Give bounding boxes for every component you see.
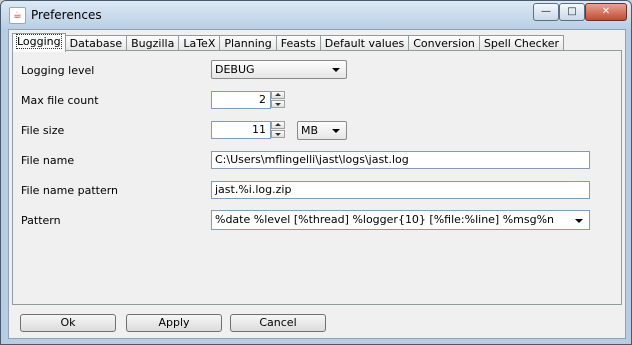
pattern-label: Pattern [21, 214, 61, 227]
file-size-input[interactable]: 11 [211, 121, 271, 139]
max-file-count-input[interactable]: 2 [211, 91, 271, 109]
minimize-button[interactable]: — [533, 3, 559, 21]
title-bar[interactable]: ☕ Preferences — □ ✕ [1, 1, 631, 29]
arrow-up-icon [275, 123, 281, 126]
max-file-count-label: Max file count [21, 94, 99, 107]
window-title: Preferences [31, 8, 102, 22]
decrement-button[interactable] [271, 100, 285, 108]
cancel-button[interactable]: Cancel [230, 314, 326, 332]
tab-logging[interactable]: Logging [12, 33, 66, 52]
close-button[interactable]: ✕ [585, 3, 627, 21]
maximize-button[interactable]: □ [559, 3, 585, 21]
file-name-pattern-label: File name pattern [21, 184, 119, 197]
file-name-pattern-field[interactable]: jast.%i.log.zip [211, 181, 590, 199]
arrow-down-icon [275, 133, 281, 136]
logging-level-value: DEBUG [215, 63, 255, 76]
logging-panel: Logging level DEBUG Max file count 2 Fil… [12, 50, 622, 305]
increment-button[interactable] [271, 91, 285, 99]
file-size-label: File size [21, 124, 65, 137]
pattern-value: %date %level [%thread] %logger{10} [%fil… [215, 213, 555, 226]
file-name-label: File name [21, 154, 75, 167]
arrow-down-icon [275, 103, 281, 106]
tab-label: Logging [16, 34, 62, 49]
file-size-stepper [271, 121, 285, 139]
max-file-count-stepper [271, 91, 285, 109]
java-icon: ☕ [9, 7, 26, 24]
decrement-button[interactable] [271, 130, 285, 138]
file-size-unit-value: MB [301, 124, 319, 137]
chevron-down-icon [332, 68, 340, 72]
dialog-body: Logging Database Bugzilla LaTeX Planning… [8, 29, 626, 339]
chevron-down-icon [332, 129, 340, 133]
tab-strip: Logging Database Bugzilla LaTeX Planning… [12, 33, 564, 52]
increment-button[interactable] [271, 121, 285, 129]
file-size-unit-select[interactable]: MB [297, 121, 347, 140]
file-name-field[interactable]: C:\Users\mflingelli\jast\logs\jast.log [211, 151, 590, 169]
preferences-window: ☕ Preferences — □ ✕ Logging Database Bug… [0, 0, 632, 345]
arrow-up-icon [275, 93, 281, 96]
logging-level-select[interactable]: DEBUG [211, 60, 347, 79]
pattern-combo[interactable]: %date %level [%thread] %logger{10} [%fil… [211, 210, 590, 230]
chevron-down-icon [575, 219, 583, 223]
ok-button[interactable]: Ok [20, 314, 116, 332]
apply-button[interactable]: Apply [126, 314, 222, 332]
logging-level-label: Logging level [21, 64, 95, 77]
